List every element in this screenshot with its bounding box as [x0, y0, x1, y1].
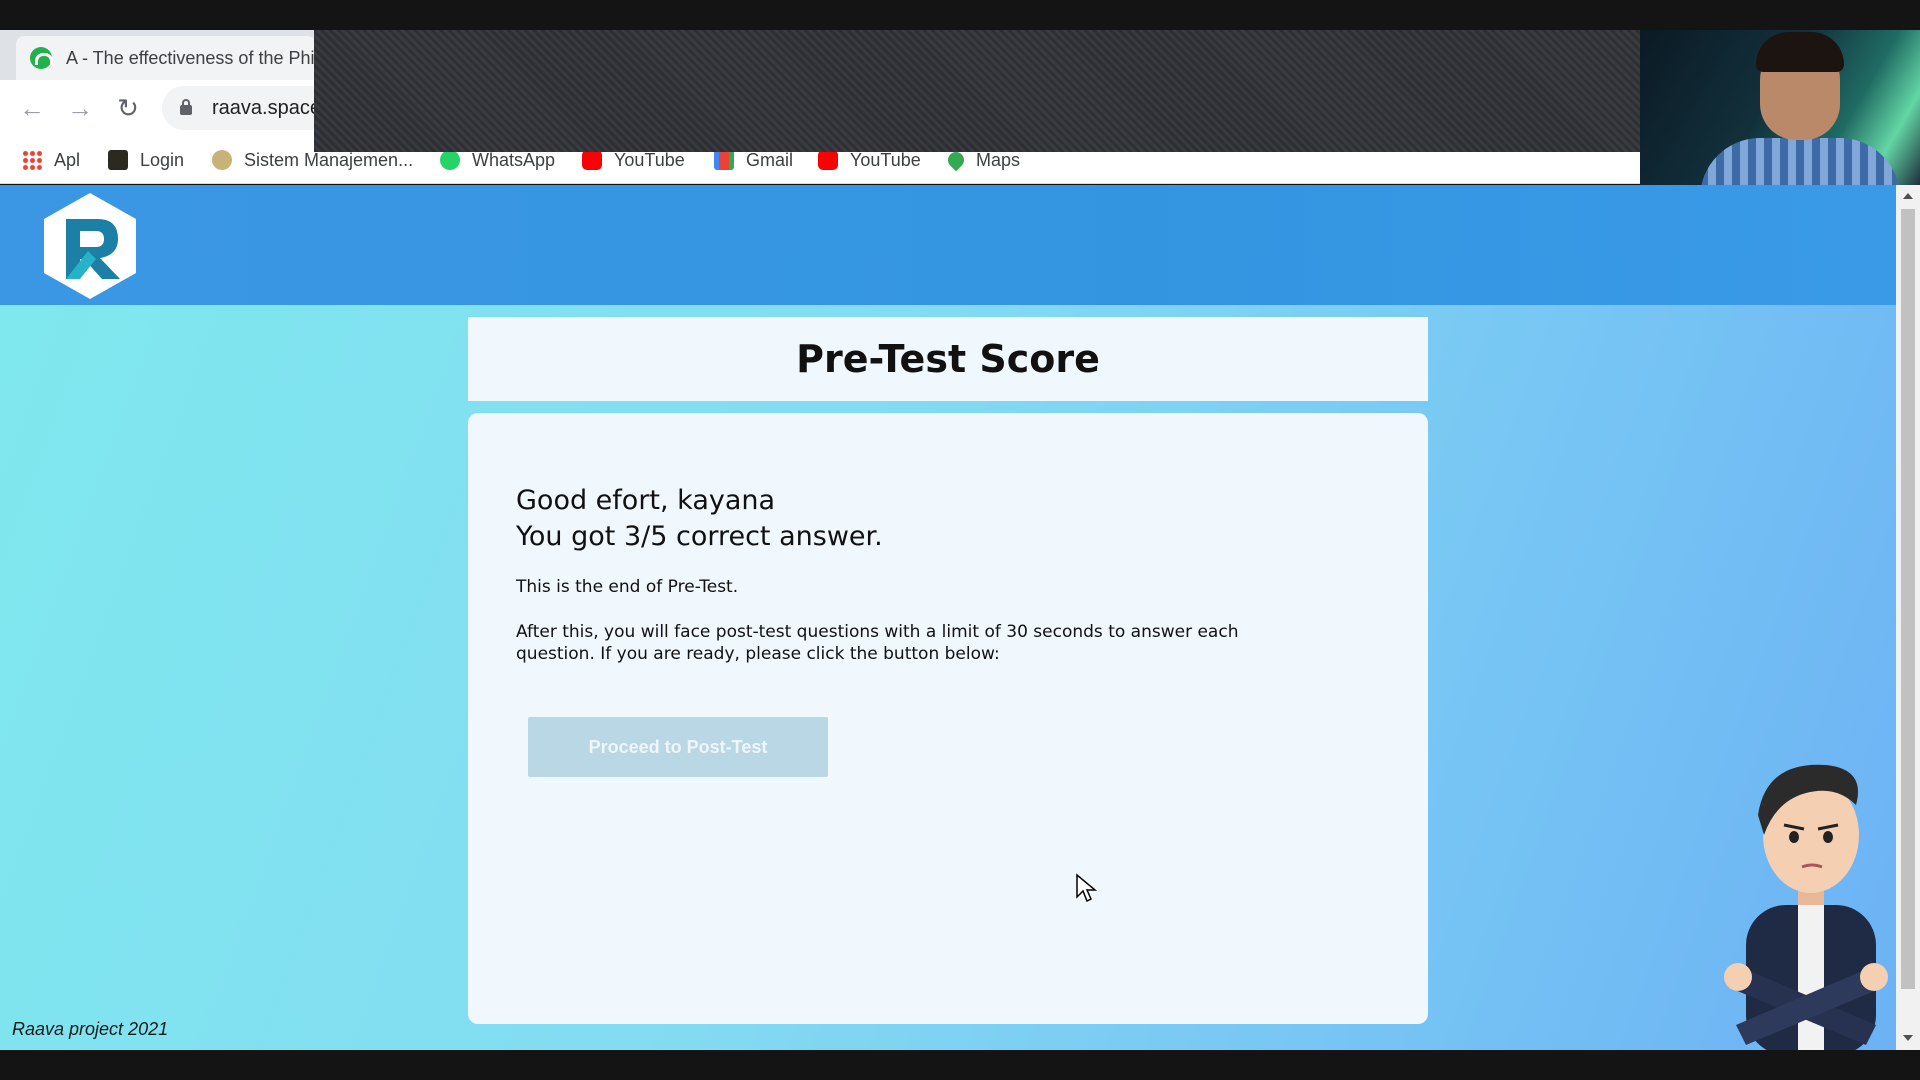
score-line: You got 3/5 correct answer. — [516, 521, 883, 552]
mouse-cursor-icon — [1076, 873, 1098, 903]
lock-icon — [180, 99, 192, 115]
scroll-thumb[interactable] — [1901, 209, 1915, 989]
browser-tab[interactable]: A - The effectiveness of the Phi — [16, 36, 316, 80]
tab-favicon-icon — [30, 47, 53, 69]
page-title: Pre-Test Score — [796, 337, 1100, 381]
bookmark-label: Gmail — [746, 149, 794, 170]
page-title-card: Pre-Test Score — [468, 317, 1428, 401]
whatsapp-icon — [440, 150, 460, 170]
scroll-down-icon[interactable] — [1903, 1035, 1913, 1041]
bookmark-label: Apl — [54, 149, 81, 170]
youtube-icon — [582, 150, 602, 170]
tab-title: A - The effectiveness of the Phi — [66, 47, 315, 68]
bookmark-label: Maps — [976, 149, 1021, 170]
proceed-to-post-test-button[interactable]: Proceed to Post-Test — [528, 717, 828, 777]
webcam-person-hair — [1756, 32, 1844, 72]
screen-bottom-bar — [0, 1050, 1920, 1080]
raava-logo-icon[interactable] — [40, 191, 140, 301]
page-scrollbar[interactable] — [1896, 185, 1920, 1050]
sistem-favicon — [212, 150, 232, 170]
bookmark-label: Login — [140, 149, 185, 170]
end-text: This is the end of Pre-Test. — [516, 577, 739, 597]
forward-arrow-icon[interactable]: → — [62, 90, 98, 126]
back-arrow-icon[interactable]: ← — [14, 90, 50, 126]
site-header — [0, 185, 1896, 305]
screen-share-overlay — [314, 30, 1640, 152]
webcam-preview — [1640, 30, 1920, 188]
apps-grid-icon — [22, 150, 42, 170]
maps-icon — [944, 148, 968, 172]
bookmark-label: YouTube — [850, 149, 921, 170]
bookmark-apps[interactable]: Apl — [22, 146, 80, 174]
bookmark-login[interactable]: Login — [108, 146, 184, 174]
greeting-line: Good efort, kayana — [516, 485, 776, 516]
scroll-up-icon[interactable] — [1903, 193, 1913, 199]
score-message: Good efort, kayana You got 3/5 correct a… — [516, 483, 883, 555]
reload-icon[interactable]: ↻ — [110, 90, 146, 126]
mascot-character-icon — [1724, 764, 1888, 1050]
screen-top-bar — [0, 0, 1920, 30]
webcam-person-body — [1700, 138, 1900, 188]
url-text: raava.space — [212, 96, 321, 119]
web-page: Pre-Test Score Good efort, kayana You go… — [0, 185, 1896, 1050]
bookmark-label: Sistem Manajemen... — [244, 149, 414, 170]
bookmark-label: WhatsApp — [472, 149, 556, 170]
bookmark-label: YouTube — [614, 149, 685, 170]
gmail-icon — [714, 150, 734, 170]
youtube-icon — [818, 150, 838, 170]
score-card: Good efort, kayana You got 3/5 correct a… — [468, 413, 1428, 1024]
instructions-text: After this, you will face post-test ques… — [516, 622, 1239, 664]
login-favicon — [108, 150, 128, 170]
footer-text: Raava project 2021 — [12, 1019, 169, 1039]
